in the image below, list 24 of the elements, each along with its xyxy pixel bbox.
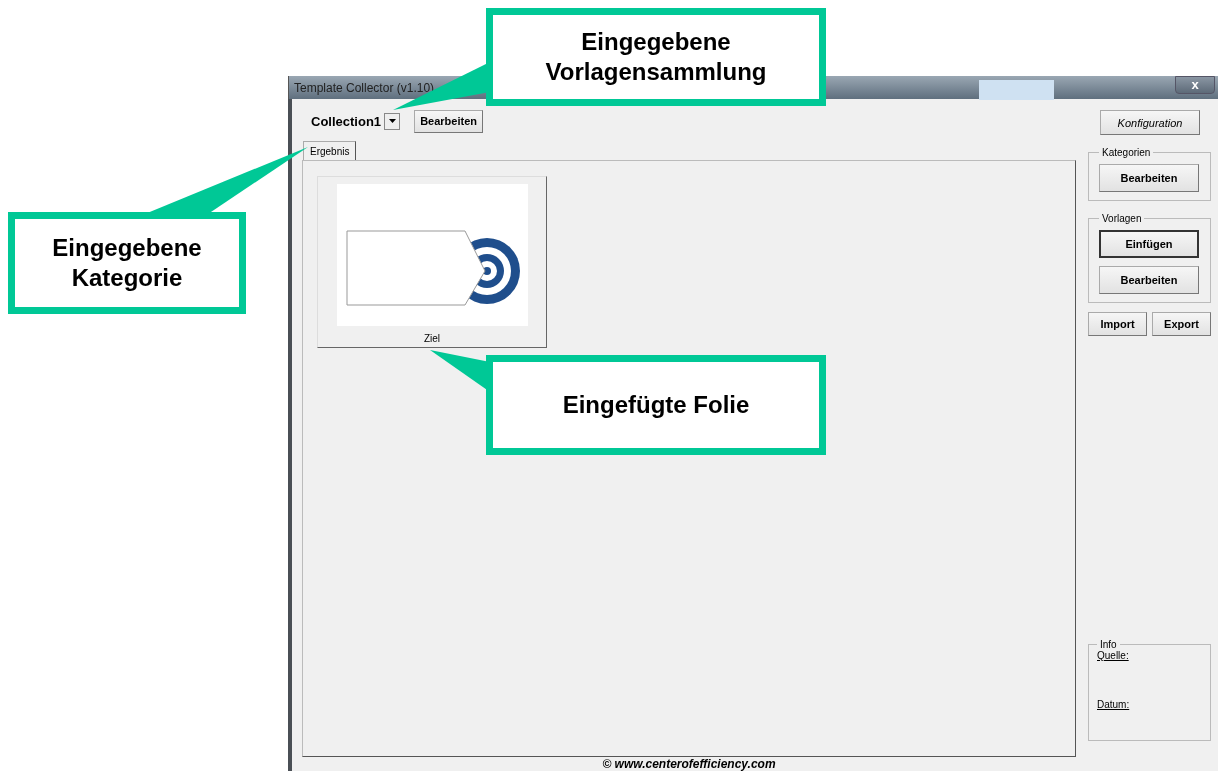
action-button[interactable]: Import xyxy=(1088,312,1147,336)
action-button[interactable]: Bearbeiten xyxy=(1099,266,1199,294)
dropdown-icon xyxy=(388,119,396,123)
window-title: Template Collector (v1.10) xyxy=(293,80,435,95)
tab[interactable]: Ergebnis xyxy=(303,141,357,160)
callout-box: Eingefügte Folie xyxy=(486,355,826,455)
group-label: Vorlagen xyxy=(1101,213,1143,224)
action-button[interactable]: Export xyxy=(1152,312,1211,336)
group-label: Kategorien xyxy=(1101,147,1152,158)
action-button[interactable]: Einfügen xyxy=(1099,230,1199,258)
callout-box: Eingegebene Vorlagensammlung xyxy=(486,8,826,106)
slide-card[interactable]: Ziel xyxy=(317,176,547,348)
info-link[interactable]: Quelle: xyxy=(1097,650,1129,661)
dropdown-button[interactable] xyxy=(384,112,401,130)
info-link[interactable]: Datum: xyxy=(1097,699,1130,710)
action-button[interactable]: Bearbeiten xyxy=(1099,164,1199,192)
configuration-button[interactable]: Konfiguration xyxy=(1100,110,1200,135)
collection-name: Collection1 xyxy=(311,113,382,129)
slide-label: Ziel xyxy=(423,333,441,344)
group-label: Info xyxy=(1099,639,1118,650)
callout-box: Eingegebene Kategorie xyxy=(8,212,246,314)
close-button[interactable]: x xyxy=(1175,76,1215,94)
copyright-text: © www.centerofefficiency.com xyxy=(602,757,776,771)
edit-button[interactable]: Bearbeiten xyxy=(414,109,484,133)
